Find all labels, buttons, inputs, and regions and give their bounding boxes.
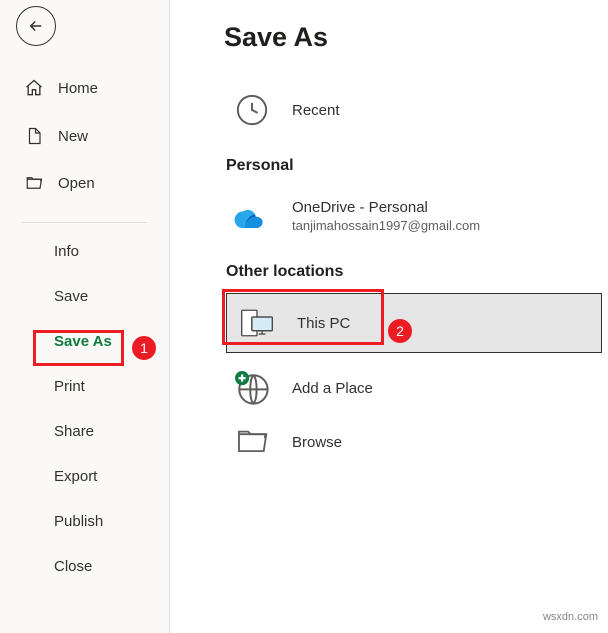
nav-close[interactable]: Close	[0, 544, 169, 589]
location-label: This PC	[297, 315, 350, 332]
clock-icon	[234, 93, 270, 127]
nav-new[interactable]: New	[0, 112, 169, 160]
new-file-icon	[24, 126, 44, 146]
location-label: Recent	[292, 102, 340, 119]
location-recent[interactable]: Recent	[224, 81, 608, 139]
onedrive-icon	[234, 204, 270, 228]
annotation-badge-2: 2	[388, 319, 412, 343]
nav-label: Info	[54, 243, 79, 260]
nav-home[interactable]: Home	[0, 64, 169, 112]
location-label: Browse	[292, 434, 342, 451]
nav-label: Save As	[54, 333, 112, 350]
location-onedrive[interactable]: OneDrive - Personal tanjimahossain1997@g…	[224, 187, 608, 245]
nav-open[interactable]: Open	[0, 160, 169, 206]
nav-print[interactable]: Print	[0, 364, 169, 409]
section-personal: Personal	[226, 157, 608, 175]
location-this-pc[interactable]: This PC	[226, 293, 602, 353]
nav-label: Home	[58, 80, 98, 97]
nav-label: Publish	[54, 513, 103, 530]
nav-label: Open	[58, 175, 95, 192]
page-title: Save As	[224, 22, 608, 53]
sidebar-divider	[22, 222, 147, 223]
nav-info[interactable]: Info	[0, 229, 169, 274]
nav-secondary: Info Save Save As Print Share Export Pub…	[0, 229, 169, 589]
section-other: Other locations	[226, 263, 608, 281]
onedrive-title: OneDrive - Personal	[292, 199, 480, 216]
nav-save[interactable]: Save	[0, 274, 169, 319]
nav-label: Close	[54, 558, 92, 575]
nav-publish[interactable]: Publish	[0, 499, 169, 544]
nav-label: Print	[54, 378, 85, 395]
folder-open-icon	[24, 174, 44, 192]
annotation-badge-1: 1	[132, 336, 156, 360]
add-place-icon	[234, 371, 270, 405]
back-button[interactable]	[16, 6, 56, 46]
nav-share[interactable]: Share	[0, 409, 169, 454]
folder-icon	[234, 429, 270, 455]
onedrive-email: tanjimahossain1997@gmail.com	[292, 218, 480, 233]
pc-icon	[239, 308, 275, 338]
save-as-panel: Save As Recent Personal OneDrive - Perso…	[170, 0, 608, 467]
backstage-sidebar: Home New Open Info Save Save As Print Sh…	[0, 0, 170, 633]
nav-label: Export	[54, 468, 97, 485]
watermark: wsxdn.com	[543, 611, 598, 623]
location-browse[interactable]: Browse	[224, 417, 608, 467]
nav-label: New	[58, 128, 88, 145]
nav-label: Save	[54, 288, 88, 305]
home-icon	[24, 78, 44, 98]
arrow-left-icon	[27, 17, 45, 35]
nav-primary: Home New Open	[0, 64, 169, 218]
location-add-place[interactable]: Add a Place	[224, 359, 608, 417]
nav-export[interactable]: Export	[0, 454, 169, 499]
location-label: Add a Place	[292, 380, 373, 397]
onedrive-text: OneDrive - Personal tanjimahossain1997@g…	[292, 199, 480, 233]
nav-label: Share	[54, 423, 94, 440]
